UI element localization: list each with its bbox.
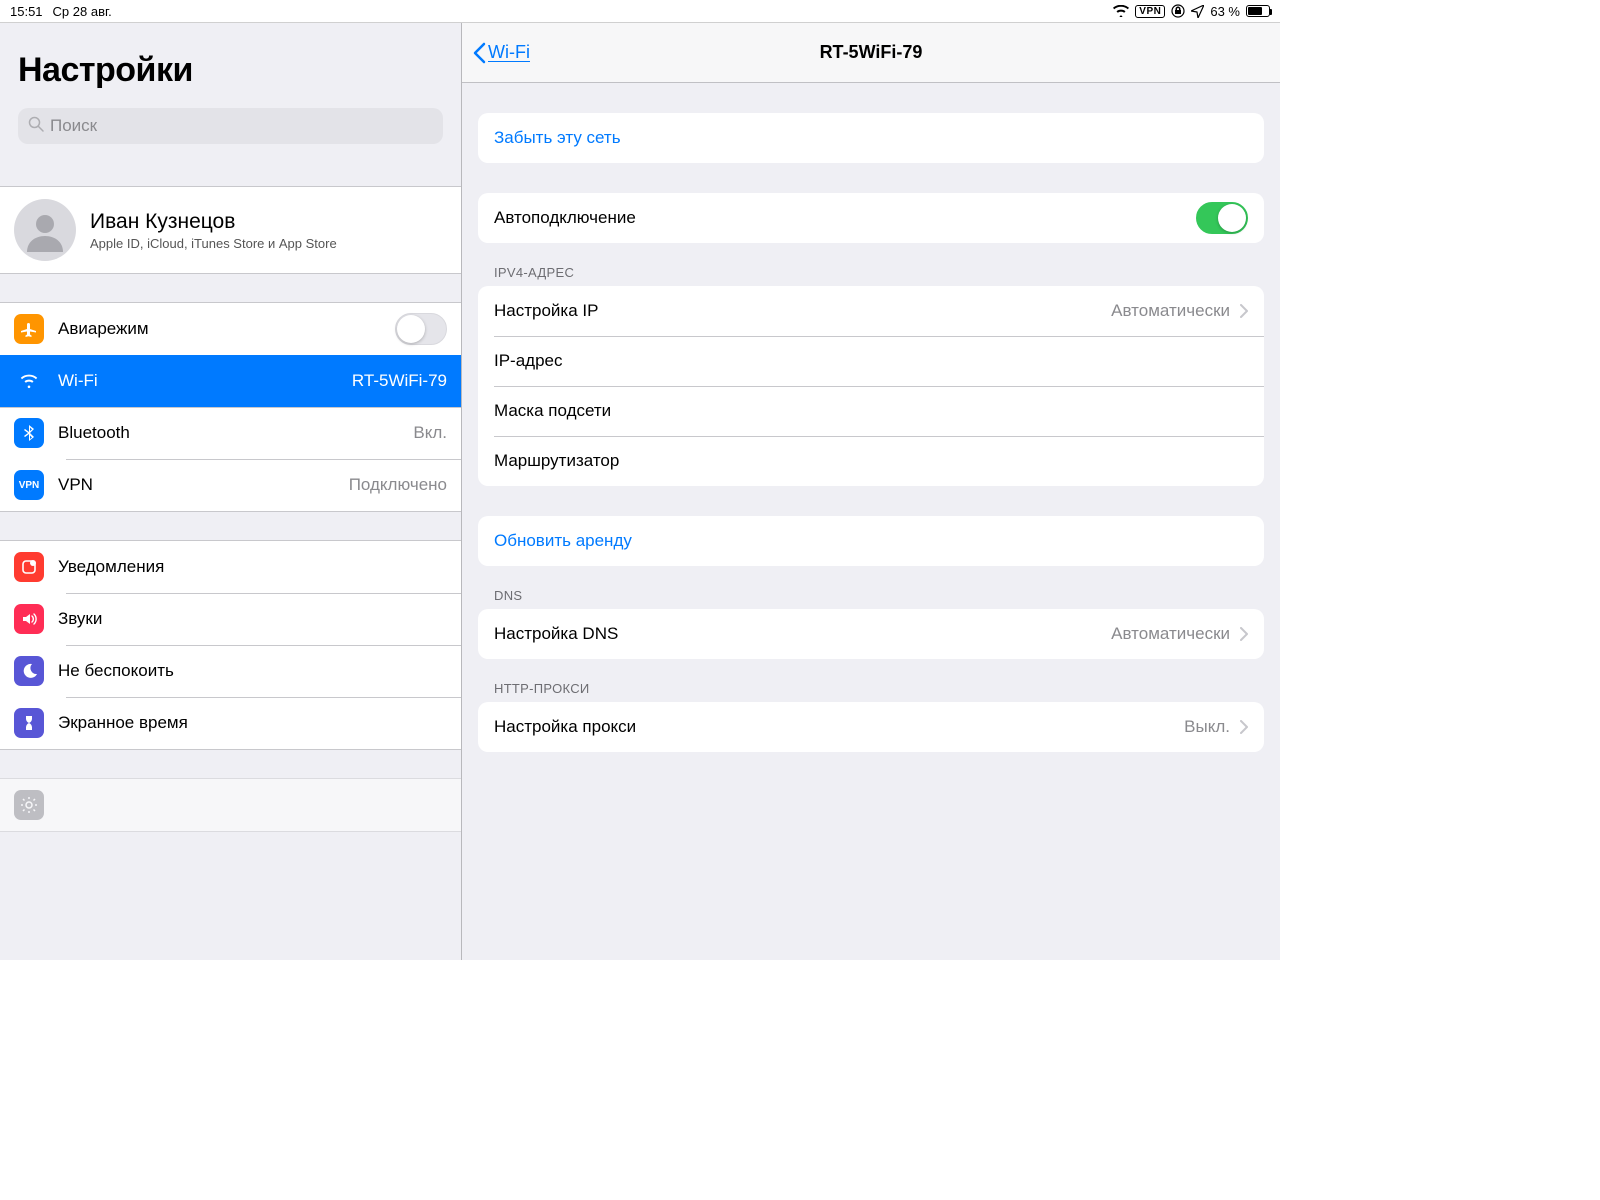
row-label: Забыть эту сеть: [494, 128, 1248, 148]
sidebar-item-value: Подключено: [349, 475, 447, 495]
sidebar-item-value: RT-5WiFi-79: [352, 371, 447, 391]
row-label: Настройка прокси: [494, 717, 1174, 737]
row-value: Автоматически: [1111, 301, 1230, 321]
sidebar-item-label: Не беспокоить: [58, 661, 447, 681]
section-header-proxy: HTTP-ПРОКСИ: [462, 659, 1280, 702]
dnd-icon: [14, 656, 44, 686]
autojoin-toggle[interactable]: [1196, 202, 1248, 234]
configure-dns-row[interactable]: Настройка DNS Автоматически: [478, 609, 1264, 659]
row-value: Выкл.: [1184, 717, 1230, 737]
settings-sidebar: Настройки Иван Кузнецов Apple ID, iCloud: [0, 23, 462, 960]
section-header-ipv4: IPV4-АДРЕС: [462, 243, 1280, 286]
sidebar-item-label: VPN: [58, 475, 335, 495]
page-title: Настройки: [18, 51, 443, 90]
notifications-icon: [14, 552, 44, 582]
detail-navbar: Wi-Fi RT-5WiFi-79: [462, 23, 1280, 83]
search-icon: [28, 116, 44, 137]
sidebar-item-value: Вкл.: [413, 423, 447, 443]
row-label: Настройка DNS: [494, 624, 1101, 644]
sidebar-item-sounds[interactable]: Звуки: [0, 593, 461, 645]
back-label: Wi-Fi: [488, 42, 530, 63]
sidebar-item-label: Bluetooth: [58, 423, 399, 443]
status-date: Ср 28 авг.: [53, 4, 112, 19]
chevron-right-icon: [1240, 627, 1248, 641]
sidebar-item-wifi[interactable]: Wi-Fi RT-5WiFi-79: [0, 355, 461, 407]
account-sub: Apple ID, iCloud, iTunes Store и App Sto…: [90, 236, 337, 251]
search-field[interactable]: [18, 108, 443, 144]
battery-icon: [1246, 5, 1270, 17]
gear-icon: [14, 790, 44, 820]
chevron-left-icon: [472, 42, 486, 64]
sidebar-item-label: Авиарежим: [58, 319, 381, 339]
sidebar-item-airplane[interactable]: Авиарежим: [0, 303, 461, 355]
row-label: Обновить аренду: [494, 531, 1248, 551]
sidebar-item-vpn[interactable]: VPN VPN Подключено: [0, 459, 461, 511]
section-header-dns: DNS: [462, 566, 1280, 609]
screentime-icon: [14, 708, 44, 738]
forget-network-button[interactable]: Забыть эту сеть: [478, 113, 1264, 163]
configure-proxy-row[interactable]: Настройка прокси Выкл.: [478, 702, 1264, 752]
airplane-icon: [14, 314, 44, 344]
row-value: Автоматически: [1111, 624, 1230, 644]
status-bar: 15:51 Ср 28 авг. VPN 63 %: [0, 0, 1280, 22]
back-button[interactable]: Wi-Fi: [462, 42, 530, 64]
row-label: Маршрутизатор: [494, 451, 1248, 471]
avatar-icon: [14, 199, 76, 261]
detail-pane: Wi-Fi RT-5WiFi-79 Забыть эту сеть Автопо…: [462, 23, 1280, 960]
search-input[interactable]: [50, 116, 433, 136]
ip-address-row: IP-адрес: [478, 336, 1264, 386]
autojoin-row: Автоподключение: [478, 193, 1264, 243]
sounds-icon: [14, 604, 44, 634]
configure-ip-row[interactable]: Настройка IP Автоматически: [478, 286, 1264, 336]
sidebar-item-screentime[interactable]: Экранное время: [0, 697, 461, 749]
row-label: Настройка IP: [494, 301, 1101, 321]
wifi-icon: [14, 366, 44, 396]
renew-lease-button[interactable]: Обновить аренду: [478, 516, 1264, 566]
row-label: Маска подсети: [494, 401, 1248, 421]
sidebar-item-dnd[interactable]: Не беспокоить: [0, 645, 461, 697]
sidebar-item-bluetooth[interactable]: Bluetooth Вкл.: [0, 407, 461, 459]
sidebar-item-notifications[interactable]: Уведомления: [0, 541, 461, 593]
sidebar-item-appleid[interactable]: Иван Кузнецов Apple ID, iCloud, iTunes S…: [0, 187, 461, 273]
router-row: Маршрутизатор: [478, 436, 1264, 486]
bluetooth-icon: [14, 418, 44, 448]
sidebar-item-general[interactable]: [0, 779, 461, 831]
status-time: 15:51: [10, 4, 43, 19]
vpn-icon: VPN: [14, 470, 44, 500]
location-icon: [1191, 5, 1204, 18]
row-label: Автоподключение: [494, 208, 1186, 228]
rotation-lock-icon: [1171, 4, 1185, 18]
row-label: IP-адрес: [494, 351, 1248, 371]
airplane-toggle[interactable]: [395, 313, 447, 345]
vpn-indicator: VPN: [1135, 5, 1165, 18]
account-name: Иван Кузнецов: [90, 210, 337, 234]
detail-title: RT-5WiFi-79: [462, 42, 1280, 63]
sidebar-item-label: Звуки: [58, 609, 447, 629]
chevron-right-icon: [1240, 304, 1248, 318]
battery-pct: 63 %: [1210, 4, 1240, 19]
subnet-row: Маска подсети: [478, 386, 1264, 436]
sidebar-item-label: Wi-Fi: [58, 371, 338, 391]
wifi-icon: [1113, 5, 1129, 17]
chevron-right-icon: [1240, 720, 1248, 734]
sidebar-item-label: Экранное время: [58, 713, 447, 733]
sidebar-item-label: Уведомления: [58, 557, 447, 577]
